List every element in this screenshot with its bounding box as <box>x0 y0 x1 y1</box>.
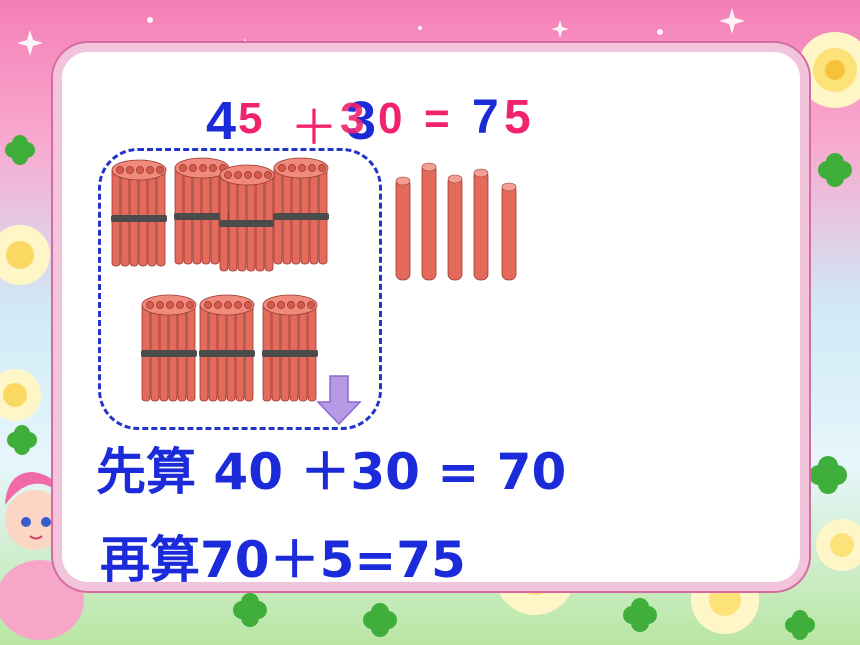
slide: 4 5 ＋ 3 3 0 = 7 5 先算 40 ＋30 = 70 再算70＋5=… <box>0 0 860 645</box>
single-stick-3 <box>447 174 463 281</box>
single-stick-4 <box>473 168 489 281</box>
ten-stick-bundle-4 <box>273 157 329 265</box>
ten-stick-bundle-7 <box>262 294 318 402</box>
ten-stick-bundle-3 <box>219 164 275 272</box>
ten-stick-bundle-1 <box>111 159 167 267</box>
down-arrow-icon <box>316 375 362 426</box>
ten-stick-bundle-6 <box>199 294 255 402</box>
single-stick-1 <box>395 176 411 281</box>
step-two-text: 再算70＋5=75 <box>100 531 466 589</box>
ten-stick-bundle-5 <box>141 294 197 402</box>
step-one-text: 先算 40 ＋30 = 70 <box>96 443 567 501</box>
single-stick-2 <box>421 162 437 281</box>
single-stick-5 <box>501 182 517 281</box>
